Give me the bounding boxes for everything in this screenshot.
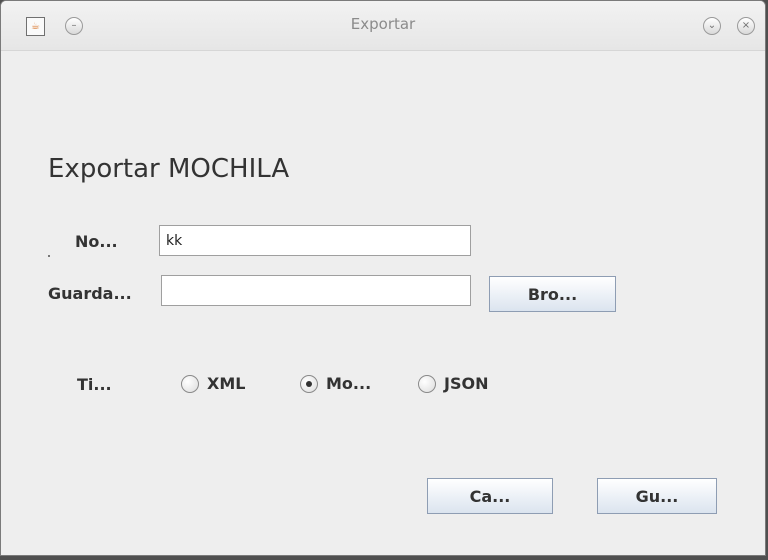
xml-radio-label: XML (207, 374, 246, 393)
mochila-radio-icon[interactable] (300, 374, 318, 393)
title-bar[interactable]: ☕ – Exportar ⌄ × (1, 1, 765, 51)
dialog-content: Exportar MOCHILA No... kk Guarda... Bro.… (1, 51, 765, 555)
name-label: No... (75, 232, 118, 251)
save-path-label: Guarda... (48, 284, 132, 303)
radio-mochila[interactable]: Mo... (300, 374, 371, 393)
json-radio-label: JSON (444, 374, 489, 393)
save-path-field[interactable] (161, 275, 471, 306)
browse-button[interactable]: Bro... (489, 276, 616, 312)
type-label: Ti... (77, 375, 112, 394)
json-radio-icon[interactable] (418, 374, 436, 393)
export-dialog: ☕ – Exportar ⌄ × Exportar MOCHILA No... … (0, 0, 766, 556)
mochila-radio-label: Mo... (326, 374, 372, 393)
save-button[interactable]: Gu... (597, 478, 717, 514)
page-title: Exportar MOCHILA (48, 154, 290, 184)
xml-radio-icon[interactable] (181, 374, 199, 393)
name-field[interactable]: kk (159, 225, 471, 256)
radio-xml[interactable]: XML (181, 374, 245, 393)
close-icon[interactable]: × (737, 17, 755, 35)
window-title: Exportar (350, 15, 416, 33)
restore-icon[interactable]: ⌄ (703, 17, 721, 35)
cancel-button[interactable]: Ca... (427, 478, 553, 514)
radio-json[interactable]: JSON (418, 374, 488, 393)
divider-mark (48, 255, 50, 257)
